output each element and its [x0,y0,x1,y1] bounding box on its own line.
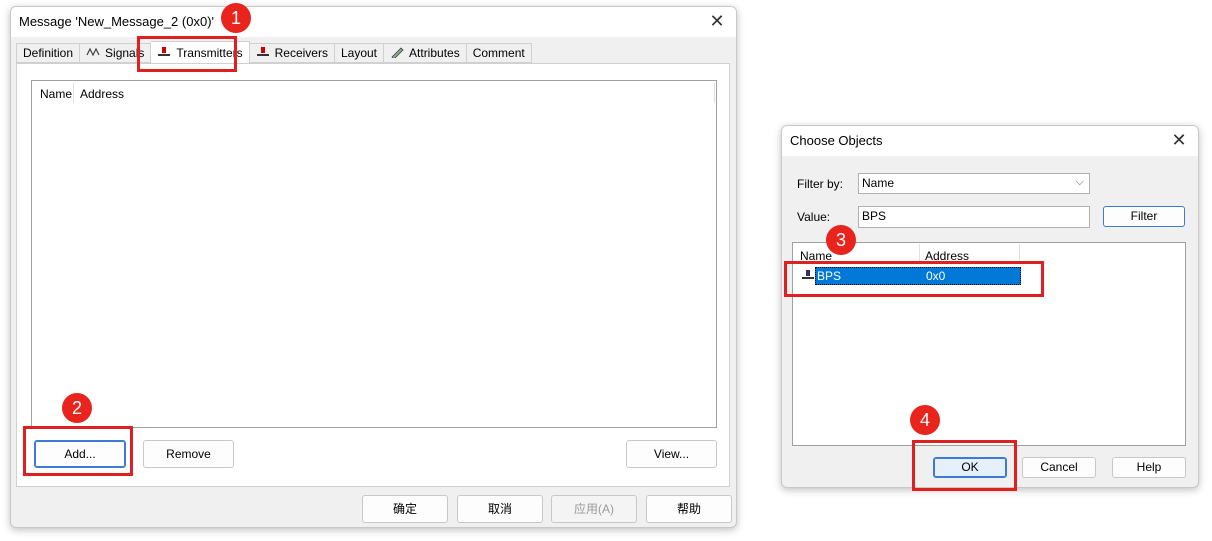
ok-button[interactable]: 确定 [362,495,448,523]
tab-layout[interactable]: Layout [334,43,385,63]
column-header-address[interactable]: Address [925,249,969,263]
list-item[interactable]: BPS 0x0 [815,267,1021,285]
column-divider [919,244,920,264]
ok-button[interactable]: OK [933,457,1007,478]
tab-strip: Definition Signals Transmitters Receiver… [16,41,532,65]
add-button[interactable]: Add... [34,440,126,468]
remove-button[interactable]: Remove [143,440,234,468]
tab-receivers[interactable]: Receivers [249,43,335,63]
dialog-title: Choose Objects [790,133,883,148]
objects-list[interactable]: Name Address BPS 0x0 [792,242,1186,446]
pencil-icon [390,46,404,61]
filter-button[interactable]: Filter [1103,206,1185,227]
row-name: BPS [817,269,842,283]
transmitters-list[interactable]: Name Address [31,80,717,428]
tab-comment[interactable]: Comment [466,43,532,63]
choose-objects-dialog: Choose Objects ✕ Filter by: Name ⌵ Value… [781,125,1199,488]
value-input-text: BPS [862,209,887,223]
transmitters-panel: Name Address Add... Remove View... [16,63,730,487]
help-button[interactable]: 帮助 [646,495,732,523]
column-divider [714,83,715,103]
node-icon [256,46,270,61]
value-input[interactable]: BPS [858,206,1090,228]
node-icon [157,46,171,61]
signal-icon [86,46,100,61]
message-dialog-titlebar: Message 'New_Message_2 (0x0)' ✕ [11,7,736,37]
tab-definition[interactable]: Definition [16,43,81,63]
cancel-button[interactable]: Cancel [1022,457,1096,478]
message-dialog: Message 'New_Message_2 (0x0)' ✕ Definiti… [10,6,737,528]
step-badge-4: 4 [910,405,940,435]
column-header-address[interactable]: Address [80,87,124,101]
apply-button[interactable]: 应用(A) [551,495,637,523]
help-button[interactable]: Help [1112,457,1186,478]
close-icon[interactable]: ✕ [1168,129,1190,151]
filter-by-label: Filter by: [797,177,844,191]
choose-objects-titlebar: Choose Objects ✕ [782,126,1198,156]
row-address: 0x0 [926,269,946,283]
filter-by-value: Name [862,176,895,190]
step-badge-1: 1 [221,3,251,33]
step-badge-2: 2 [62,393,92,423]
node-icon [801,269,815,284]
tab-attributes[interactable]: Attributes [384,43,467,63]
chevron-down-icon: ⌵ [1075,176,1084,188]
column-header-name[interactable]: Name [40,87,72,101]
cancel-button[interactable]: 取消 [457,495,543,523]
column-divider [73,83,74,103]
close-icon[interactable]: ✕ [706,10,728,32]
value-label: Value: [797,210,831,224]
view-button[interactable]: View... [626,440,717,468]
filter-by-select[interactable]: Name ⌵ [858,173,1090,194]
column-header-name[interactable]: Name [800,249,832,263]
step-badge-3: 3 [826,225,856,255]
tab-transmitters[interactable]: Transmitters [151,41,250,65]
dialog-title: Message 'New_Message_2 (0x0)' [19,14,214,29]
tab-signals[interactable]: Signals [80,43,152,63]
column-divider [1019,244,1020,264]
